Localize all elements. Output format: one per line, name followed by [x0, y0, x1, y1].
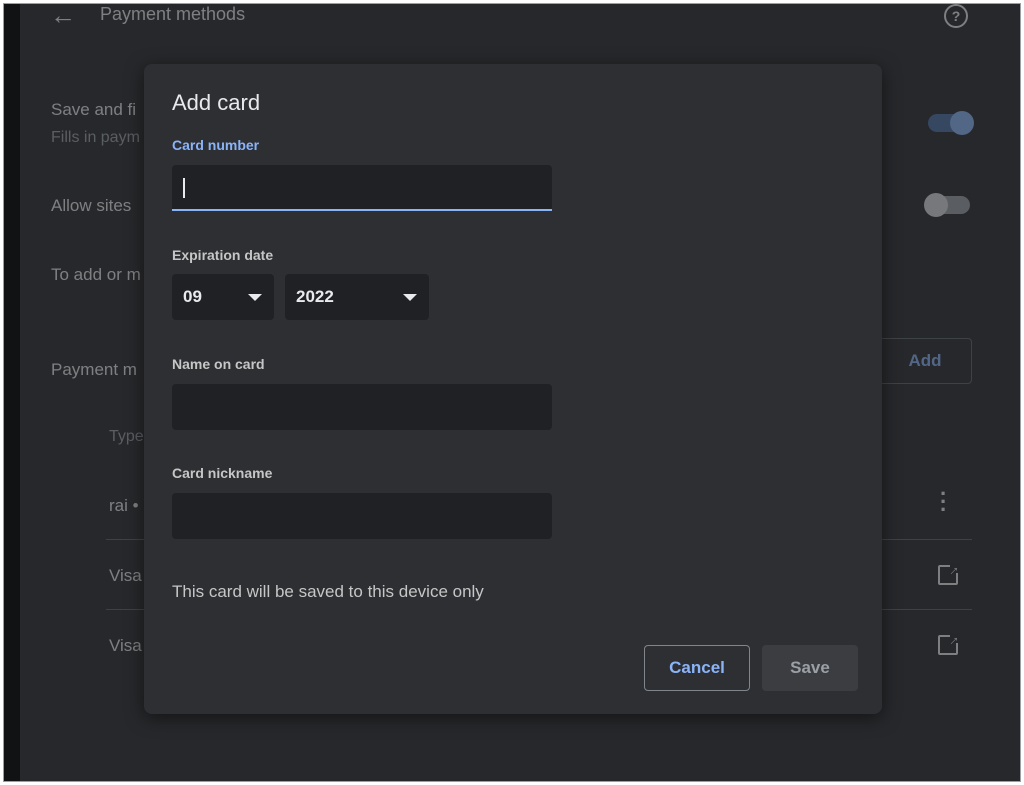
more-vert-icon[interactable]: · · · [940, 483, 947, 521]
card-nickname-input[interactable] [172, 493, 552, 539]
app-window: ← Payment methods ? Save and fi Fills in… [3, 3, 1021, 782]
open-in-new-icon[interactable]: → [938, 558, 963, 585]
expiration-date-label: Expiration date [172, 247, 274, 263]
left-strip [4, 4, 20, 781]
name-on-card-input[interactable] [172, 384, 552, 430]
toggle-knob [950, 111, 974, 135]
add-payment-button[interactable]: Add [878, 338, 972, 384]
payment-methods-label: Payment m [51, 360, 137, 379]
back-arrow-icon[interactable]: ← [50, 4, 76, 31]
payment-row-label: rai • [109, 496, 139, 515]
expiration-year-value: 2022 [296, 287, 334, 306]
save-fill-toggle[interactable] [928, 111, 974, 135]
to-add-text: To add or m [51, 265, 141, 284]
allow-sites-text: Allow sites [51, 196, 132, 215]
add-card-dialog: Add card Card number Expiration date 09 … [144, 64, 882, 714]
cancel-button[interactable]: Cancel [644, 645, 750, 691]
save-button[interactable]: Save [762, 645, 858, 691]
name-on-card-label: Name on card [172, 356, 265, 372]
card-number-input[interactable] [172, 165, 552, 211]
save-fill-subtitle: Fills in paym [51, 129, 140, 146]
payment-row-label: Visa [109, 566, 142, 585]
card-nickname-label: Card nickname [172, 465, 273, 481]
expiration-year-select[interactable]: 2022 [285, 274, 429, 320]
page-title: Payment methods [100, 4, 246, 24]
payment-row-label: Visa [109, 636, 142, 655]
expiration-month-select[interactable]: 09 [172, 274, 274, 320]
card-number-label: Card number [172, 137, 260, 153]
help-icon[interactable]: ? [944, 4, 968, 28]
toggle-knob [924, 193, 948, 217]
expiration-month-value: 09 [183, 287, 202, 306]
open-in-new-icon[interactable]: → [938, 628, 963, 655]
save-fill-title: Save and fi [51, 100, 137, 119]
dropdown-arrow-icon [248, 294, 262, 301]
type-column-header: Type [109, 428, 144, 445]
text-caret [183, 178, 185, 198]
allow-sites-toggle[interactable] [924, 193, 970, 217]
device-only-note: This card will be saved to this device o… [172, 582, 484, 601]
dropdown-arrow-icon [403, 294, 417, 301]
dialog-title: Add card [172, 90, 261, 115]
